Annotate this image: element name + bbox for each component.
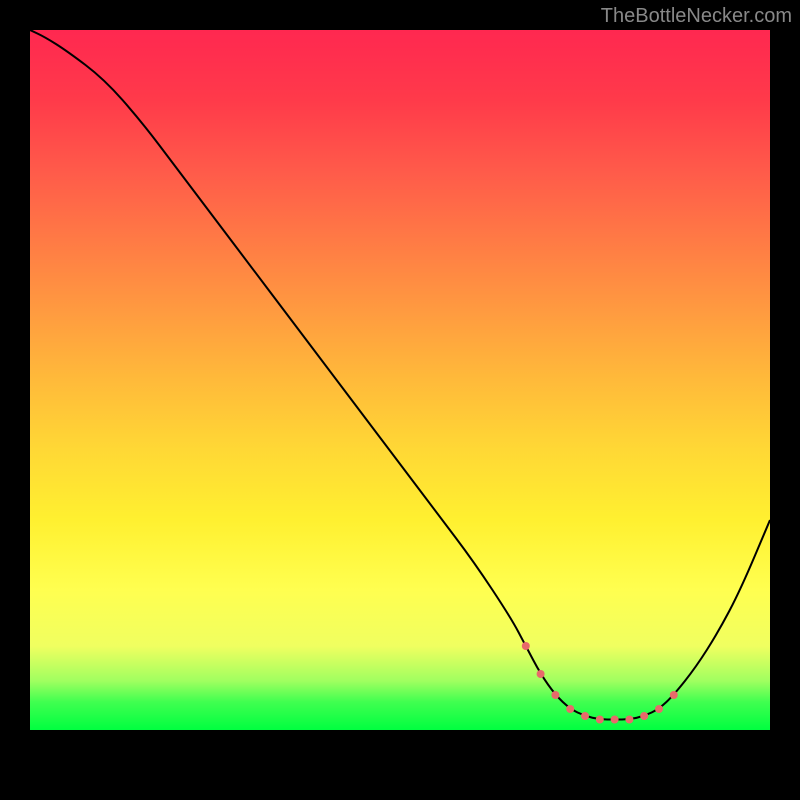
- chart-container: [30, 30, 770, 770]
- marker-dot: [566, 705, 574, 713]
- curve-svg: [30, 30, 770, 730]
- marker-dot: [551, 691, 559, 699]
- marker-dot: [581, 712, 589, 720]
- watermark-label: TheBottleNecker.com: [601, 5, 792, 28]
- marker-dot: [625, 716, 633, 724]
- marker-dot: [537, 670, 545, 678]
- marker-dot: [655, 705, 663, 713]
- marker-dot: [640, 712, 648, 720]
- marker-dot: [522, 642, 530, 650]
- marker-dot: [670, 691, 678, 699]
- marker-dot: [596, 716, 604, 724]
- bottleneck-curve: [30, 30, 770, 720]
- plot-area: [30, 30, 770, 730]
- marker-dot: [611, 716, 619, 724]
